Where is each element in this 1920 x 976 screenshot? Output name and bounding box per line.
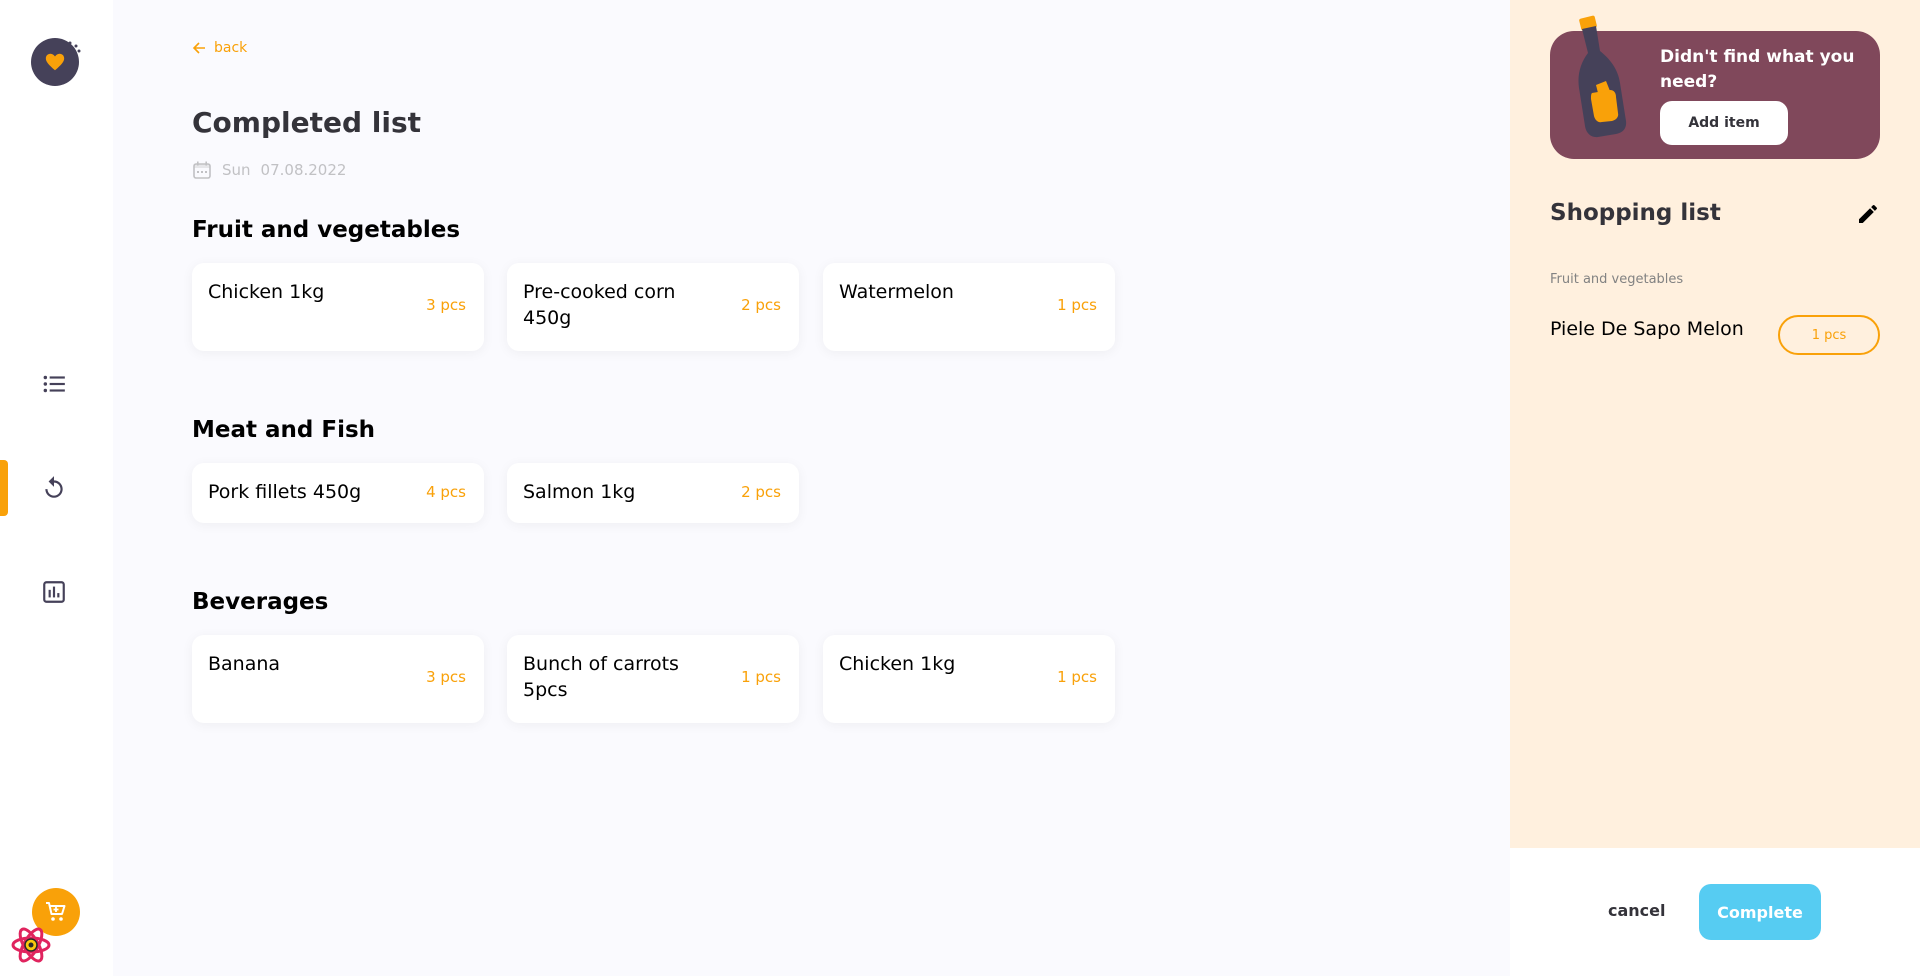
page-title: Completed list <box>192 106 422 139</box>
item-name: Chicken 1kg <box>208 281 325 303</box>
item-quantity: 2 pcs <box>741 483 781 501</box>
item-name: Chicken 1kg <box>839 653 956 675</box>
category-label: Fruit and vegetables <box>1550 272 1684 287</box>
shopping-list-panel: Didn't find what you need? Add item Shop… <box>1510 0 1920 848</box>
item-name: Banana <box>208 653 281 675</box>
shopping-list-title: Shopping list <box>1550 200 1721 226</box>
date-day: Sun <box>222 161 251 179</box>
back-link[interactable]: back <box>192 40 247 56</box>
statistics-icon[interactable] <box>40 578 68 606</box>
main-content: back Completed list Sun 07.08.2022 Fruit… <box>113 0 1510 976</box>
add-item-button[interactable]: Add item <box>1660 101 1788 145</box>
section-title: Beverages <box>192 589 329 615</box>
item-card: Watermelon 1 pcs <box>823 263 1115 351</box>
cart-icon <box>46 902 66 921</box>
calendar-icon <box>193 161 211 179</box>
panel-footer: cancel Complete <box>1510 848 1920 976</box>
date-value: 07.08.2022 <box>260 161 347 179</box>
sidebar-nav <box>0 0 113 976</box>
back-label: back <box>214 40 248 56</box>
arrow-left-icon <box>192 42 205 54</box>
list-icon[interactable] <box>40 370 68 398</box>
section-title: Meat and Fish <box>192 417 376 443</box>
heart-icon <box>45 53 65 71</box>
item-card: Pork fillets 450g 4 pcs <box>192 463 484 523</box>
item-card: Chicken 1kg 3 pcs <box>192 263 484 351</box>
item-quantity: 3 pcs <box>426 668 466 686</box>
add-item-promo: Didn't find what you need? Add item <box>1550 15 1880 159</box>
item-name: Bunch of carrots 5pcs <box>523 653 679 701</box>
item-name: Pork fillets 450g <box>208 481 362 503</box>
item-quantity: 1 pcs <box>1057 668 1097 686</box>
item-card: Chicken 1kg 1 pcs <box>823 635 1115 723</box>
item-name: Watermelon <box>839 281 954 303</box>
bottle-icon <box>1578 15 1627 138</box>
list-date: Sun 07.08.2022 <box>192 160 346 180</box>
item-card: Banana 3 pcs <box>192 635 484 723</box>
item-card: Pre-cooked corn 450g 2 pcs <box>507 263 799 351</box>
promo-text: Didn't find what you need? <box>1660 47 1855 92</box>
item-name: Salmon 1kg <box>523 481 636 503</box>
cancel-button[interactable]: cancel <box>1608 901 1666 920</box>
quantity-pill[interactable]: 1 pcs <box>1778 315 1880 355</box>
item-quantity: 2 pcs <box>741 296 781 314</box>
complete-button[interactable]: Complete <box>1699 884 1821 940</box>
item-quantity: 1 pcs <box>1057 296 1097 314</box>
section-title: Fruit and vegetables <box>192 217 461 243</box>
sparkle-icon <box>68 41 81 53</box>
item-quantity: 4 pcs <box>426 483 466 501</box>
logo-icon[interactable] <box>31 38 81 86</box>
item-name: Pre-cooked corn 450g <box>523 281 676 329</box>
item-card: Bunch of carrots 5pcs 1 pcs <box>507 635 799 723</box>
pencil-icon[interactable] <box>1856 202 1880 226</box>
active-indicator <box>0 460 8 516</box>
history-icon[interactable] <box>40 474 68 502</box>
item-quantity: 1 pcs <box>741 668 781 686</box>
shopping-item-name: Piele De Sapo Melon <box>1550 318 1744 340</box>
item-quantity: 3 pcs <box>426 296 466 314</box>
item-card: Salmon 1kg 2 pcs <box>507 463 799 523</box>
react-devtools-icon[interactable] <box>10 924 52 966</box>
